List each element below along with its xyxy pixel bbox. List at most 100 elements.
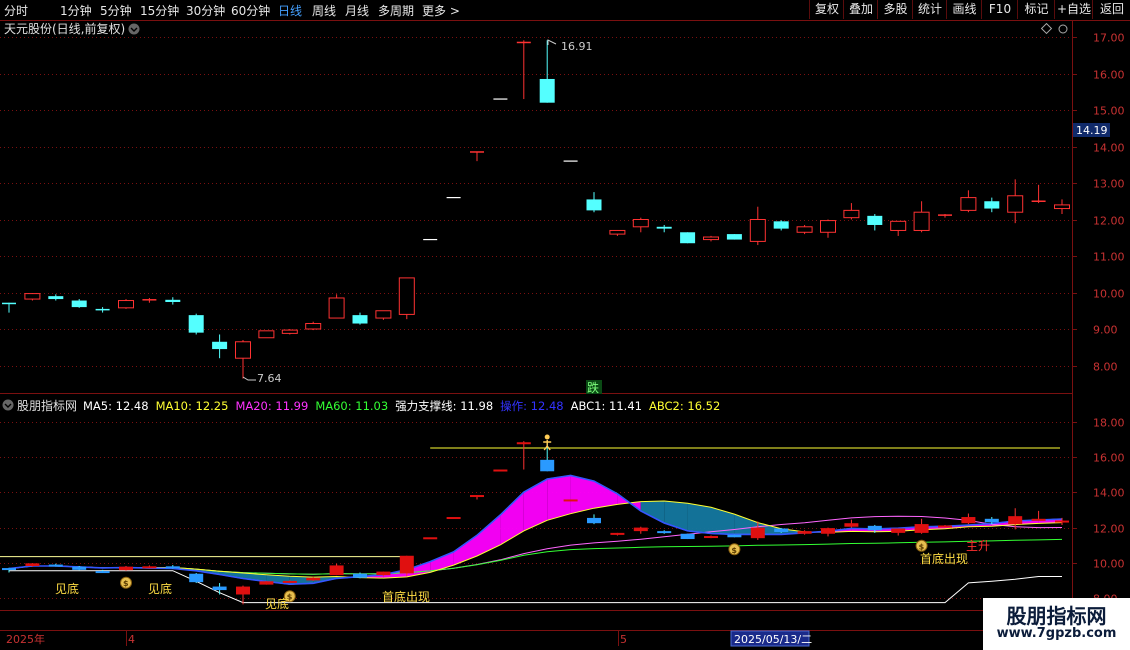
indicator-plot: $$$ $见底 见底见底 首底出现首底出现主升 (0, 434, 1069, 611)
indicator-candle (470, 495, 484, 498)
candle (749, 206, 766, 246)
ribbon-segment (547, 475, 571, 521)
indicator-dropdown-icon[interactable] (2, 399, 14, 411)
indicator-candle (165, 566, 180, 569)
signal-annotation: 首底出现 (382, 589, 430, 604)
indicator-axis-label: 14.00 (1093, 487, 1125, 500)
main-axis-label: 17.00 (1093, 32, 1125, 45)
indicator-candle (610, 532, 625, 535)
candle (212, 334, 228, 359)
candle (632, 217, 649, 233)
candle (1031, 184, 1046, 204)
indicator-candle (236, 586, 250, 595)
ribbon-segment (594, 481, 618, 509)
timeline-month-4: 4 (128, 633, 135, 646)
candle (867, 214, 883, 231)
indicator-candle (72, 566, 87, 570)
low-price-label: 7.64 (257, 372, 282, 385)
indicator-candle (25, 563, 40, 566)
indicator-candle (774, 528, 789, 532)
candle (188, 313, 204, 335)
candle (375, 310, 392, 320)
title-dropdown-icon[interactable] (128, 23, 140, 35)
main-axis-label: 11.00 (1093, 251, 1125, 264)
money-bag-icon: $ (120, 576, 132, 589)
indicator-axis-label: 16.00 (1093, 452, 1125, 465)
indicator-candle (844, 523, 859, 527)
timeline-month-5: 5 (620, 633, 627, 646)
timeline-year: 2025年 (6, 632, 45, 646)
watermark-url: www.7gpzb.com (996, 626, 1117, 641)
indicator-candle (727, 534, 742, 538)
candle (516, 40, 531, 100)
indicator-candle (282, 580, 297, 583)
high-price-label: 16.91 (561, 40, 593, 53)
indicator-candle (797, 531, 812, 534)
candle (258, 330, 275, 339)
settings-circle-icon[interactable] (1058, 24, 1068, 34)
candle (539, 40, 555, 103)
indicator-candle (821, 528, 835, 534)
main-axis-label: 13.00 (1093, 178, 1125, 191)
signal-annotation: 主升 (966, 539, 990, 553)
indicator-candle (2, 568, 16, 571)
candle (48, 294, 64, 301)
candle (843, 203, 860, 220)
indicator-candle (1008, 516, 1023, 525)
indicator-candle (680, 533, 695, 540)
watermark: 股朋指标网 www.7gpzb.com (983, 598, 1130, 650)
candle (24, 293, 41, 301)
main-axis-label: 9.00 (1093, 324, 1118, 337)
indicator-candle (961, 517, 976, 524)
signal-annotation: 首底出现 (920, 551, 968, 566)
candle (586, 192, 602, 213)
current-price-tag: 14.19 (1076, 124, 1108, 137)
high-marker-icon (547, 39, 557, 45)
ribbon-segment (570, 475, 594, 514)
ribbon-segment (687, 503, 711, 534)
candle (773, 220, 789, 231)
main-axis-label: 8.00 (1093, 361, 1118, 374)
indicator-values: MA5: 12.48 MA10: 12.25 MA20: 11.99 MA60: 11… (83, 399, 720, 413)
indicator-candle (493, 469, 508, 472)
date-box: 2025/05/13/二 (734, 633, 812, 646)
main-price-grid: 17.00 16.00 15.00 14.00 13.00 12.00 11.00 10.00… (0, 32, 1125, 374)
chart-title: 天元股份(日线,前复权) (4, 21, 125, 36)
candle (1007, 179, 1024, 224)
signal-annotation: 见底 (55, 581, 79, 596)
main-axis-label: 10.00 (1093, 288, 1125, 301)
candle (820, 219, 836, 238)
indicator-candle (189, 573, 204, 583)
indicator-candle (306, 577, 321, 581)
indicator-candle (95, 571, 110, 574)
diamond-icon[interactable] (1040, 22, 1053, 35)
candle (235, 339, 251, 379)
main-axis-label: 14.00 (1093, 142, 1125, 155)
indicator-candle (633, 527, 648, 532)
candle (938, 214, 952, 218)
candle (71, 299, 87, 308)
indicator-candle (353, 573, 367, 578)
indicator-axis-label: 12.00 (1093, 523, 1125, 536)
watermark-title: 股朋指标网 (1006, 604, 1107, 628)
indicator-axis-label: 10.00 (1093, 558, 1125, 571)
indicator-candle (750, 527, 765, 539)
stock-chart[interactable]: 17.00 16.00 15.00 14.00 13.00 12.00 11.00 10.00… (0, 0, 1130, 650)
candle (656, 224, 672, 233)
candle (609, 229, 626, 236)
low-marker-icon (242, 376, 256, 381)
signal-badge: 跌 (587, 380, 599, 395)
indicator-axis-label: 18.00 (1093, 417, 1125, 430)
indicator-candle (119, 566, 133, 571)
indicator-name: 股朋指标网 (17, 398, 77, 413)
ribbon-segment (477, 514, 501, 556)
candle (281, 329, 298, 335)
indicator-candle (657, 531, 672, 534)
indicator-candle (891, 528, 906, 533)
indicator-candle (259, 581, 274, 585)
candle (118, 299, 134, 309)
indicator-candle (212, 586, 227, 591)
indicator-candle (540, 459, 555, 472)
signal-annotation: 见底 (148, 581, 172, 596)
ribbon-segment (523, 479, 548, 531)
